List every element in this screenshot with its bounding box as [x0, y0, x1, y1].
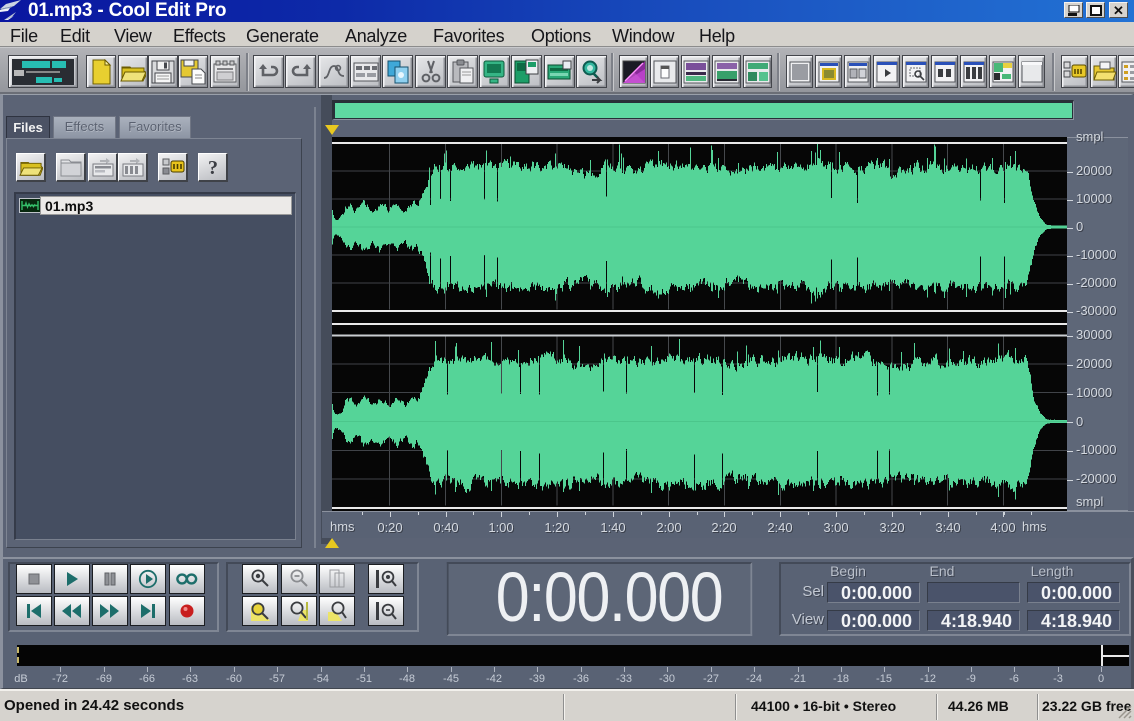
svg-text:?: ?: [208, 157, 218, 178]
